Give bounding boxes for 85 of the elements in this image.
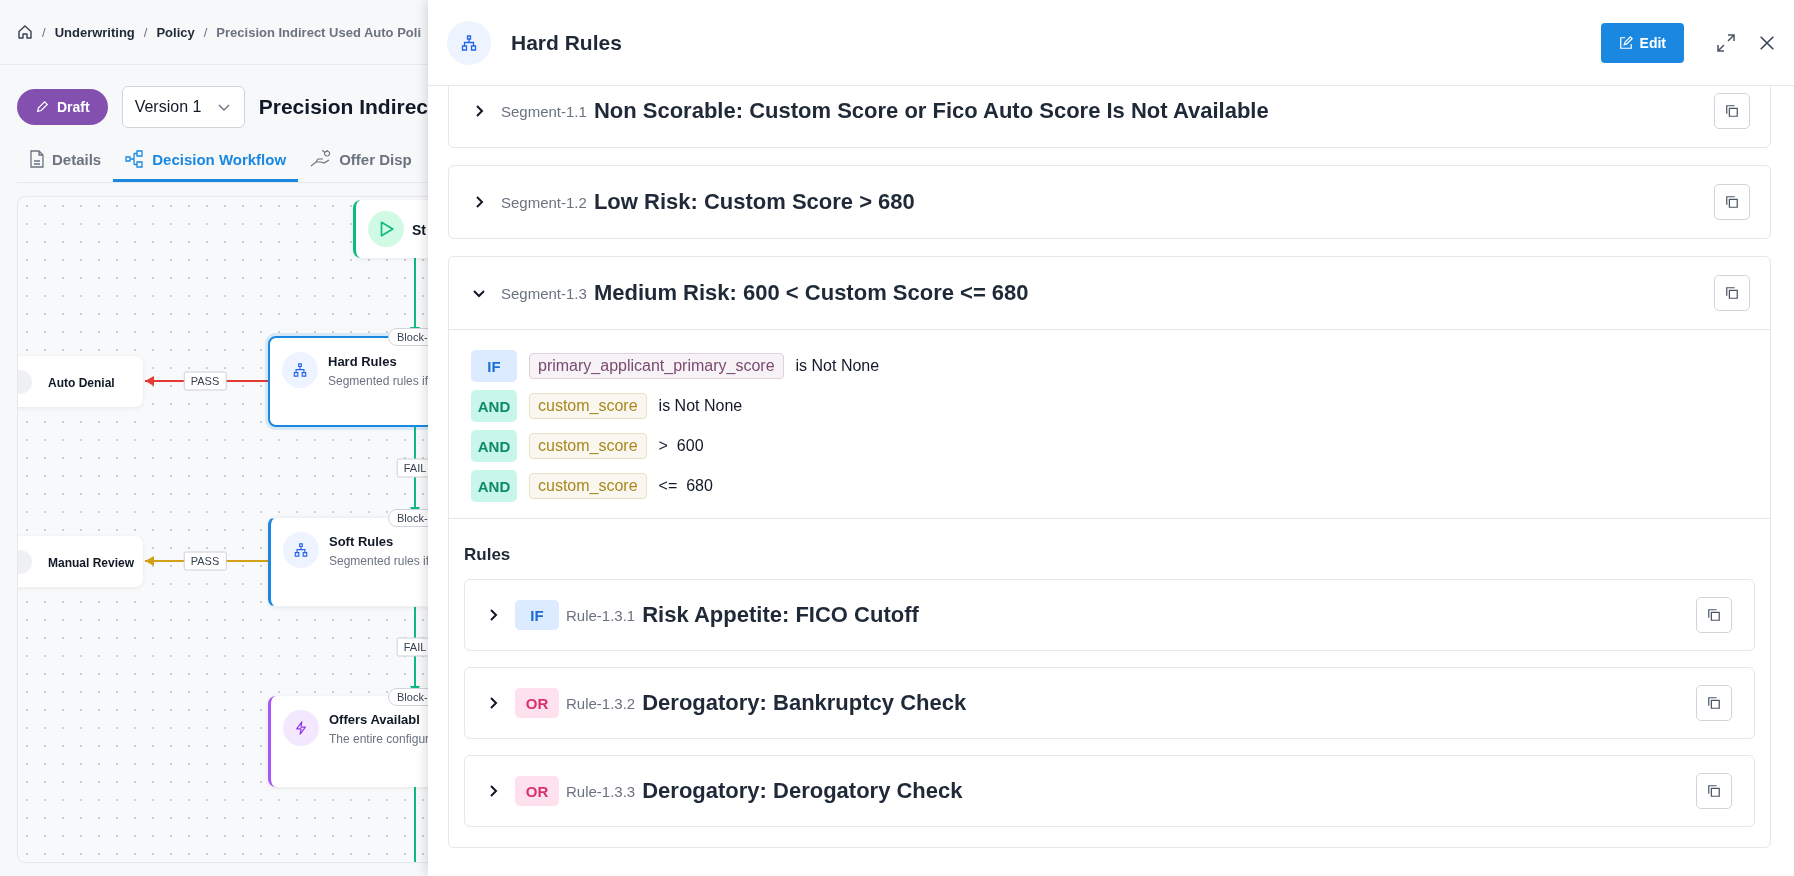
copy-icon	[1707, 784, 1721, 798]
breadcrumb-separator: /	[203, 24, 208, 40]
node-description: Segmented rules if	[328, 374, 428, 388]
lightning-icon	[283, 710, 319, 746]
workflow-icon	[125, 150, 146, 168]
edge-label: FAIL	[396, 458, 428, 478]
document-icon	[29, 150, 45, 168]
play-icon	[368, 211, 404, 247]
copy-button[interactable]	[1714, 275, 1750, 311]
node-title: Soft Rules	[329, 534, 395, 549]
home-icon[interactable]	[17, 24, 33, 40]
pencil-icon	[35, 100, 49, 114]
drawer-title: Hard Rules	[511, 30, 623, 55]
breadcrumb-separator: /	[42, 24, 46, 40]
segment-title: Non Scorable: Custom Score or Fico Auto Score Is Not Available	[593, 98, 1270, 124]
copy-icon	[1707, 608, 1721, 622]
rule-title: Derogatory: Bankruptcy Check	[642, 690, 968, 716]
rule-title: Derogatory: Derogatory Check	[642, 778, 964, 804]
edge-label: FAIL	[396, 637, 428, 657]
segment-title: Low Risk: Custom Score > 680	[593, 189, 916, 215]
segment-id: Segment-1.1	[501, 102, 587, 120]
node-title: St	[412, 222, 426, 238]
condition-text: is Not None	[658, 397, 743, 415]
hierarchy-icon	[283, 532, 319, 568]
copy-icon	[1725, 195, 1739, 209]
rules-heading: Rules	[464, 545, 512, 565]
node-title: Offers Availabl	[329, 712, 421, 727]
node-title: Auto Denial	[48, 375, 115, 390]
operator-badge: OR	[515, 776, 559, 806]
condition-text: is Not None	[795, 357, 880, 375]
breadcrumb-link[interactable]: Underwriting	[54, 24, 135, 40]
copy-button[interactable]	[1696, 597, 1732, 633]
copy-button[interactable]	[1696, 685, 1732, 721]
tab[interactable]: Offer Disp	[298, 140, 424, 182]
edge-label: PASS	[183, 551, 227, 571]
copy-icon	[1707, 696, 1721, 710]
segment-title: Medium Risk: 600 < Custom Score <= 680	[593, 280, 1030, 306]
block-label: Block-	[388, 509, 428, 527]
policy-title: Precision Indirec	[258, 95, 428, 119]
node-title: Hard Rules	[328, 354, 398, 369]
condition-text: <= 680	[658, 477, 713, 495]
block-label: Block-	[388, 328, 428, 346]
copy-icon	[1725, 286, 1739, 300]
node-title: Manual Review	[48, 555, 135, 570]
rule-id: Rule-1.3.1	[566, 606, 636, 624]
node-description: The entire configur	[329, 732, 428, 746]
operator-badge: IF	[515, 600, 559, 630]
draft-status-badge[interactable]: Draft	[17, 89, 108, 125]
workflow-node[interactable]: Auto Denial	[18, 356, 143, 407]
hierarchy-icon	[447, 20, 491, 65]
version-select[interactable]: Version 1	[121, 86, 245, 128]
edit-button[interactable]: Edit	[1600, 22, 1684, 63]
rule-id: Rule-1.3.3	[566, 782, 636, 800]
operator-badge: AND	[471, 470, 517, 502]
rule-id: Rule-1.3.2	[566, 694, 636, 712]
segment-id: Segment-1.3	[501, 284, 587, 302]
edge-label: PASS	[183, 371, 227, 391]
operator-badge: OR	[515, 688, 559, 718]
breadcrumb-link[interactable]: Policy	[156, 24, 195, 40]
field-chip: custom_score	[529, 433, 647, 459]
operator-badge: AND	[471, 430, 517, 462]
field-chip: primary_applicant_primary_score	[529, 353, 784, 379]
close-icon[interactable]	[1758, 33, 1776, 52]
tab[interactable]: Decision Workflow	[113, 140, 299, 182]
operator-badge: IF	[471, 350, 517, 382]
segment-id: Segment-1.2	[501, 193, 587, 211]
rule-title: Risk Appetite: FICO Cutoff	[642, 602, 920, 628]
field-chip: custom_score	[529, 393, 647, 419]
operator-badge: AND	[471, 390, 517, 422]
workflow-node[interactable]: St	[353, 200, 428, 258]
tab[interactable]: Details	[17, 140, 114, 182]
condition-text: > 600	[658, 437, 704, 455]
workflow-node[interactable]: Manual Review	[18, 536, 143, 587]
breadcrumb-separator: /	[143, 24, 148, 40]
copy-button[interactable]	[1696, 773, 1732, 809]
edit-icon	[1618, 35, 1633, 50]
block-label: Block-	[388, 688, 428, 706]
expand-icon[interactable]	[1716, 32, 1736, 53]
hierarchy-icon	[282, 352, 318, 388]
field-chip: custom_score	[529, 473, 647, 499]
hand-coin-icon	[310, 150, 333, 168]
copy-button[interactable]	[1714, 184, 1750, 220]
copy-icon	[1725, 104, 1739, 118]
breadcrumb-link[interactable]: Precision Indirect Used Auto Poli	[216, 24, 421, 40]
copy-button[interactable]	[1714, 93, 1750, 129]
